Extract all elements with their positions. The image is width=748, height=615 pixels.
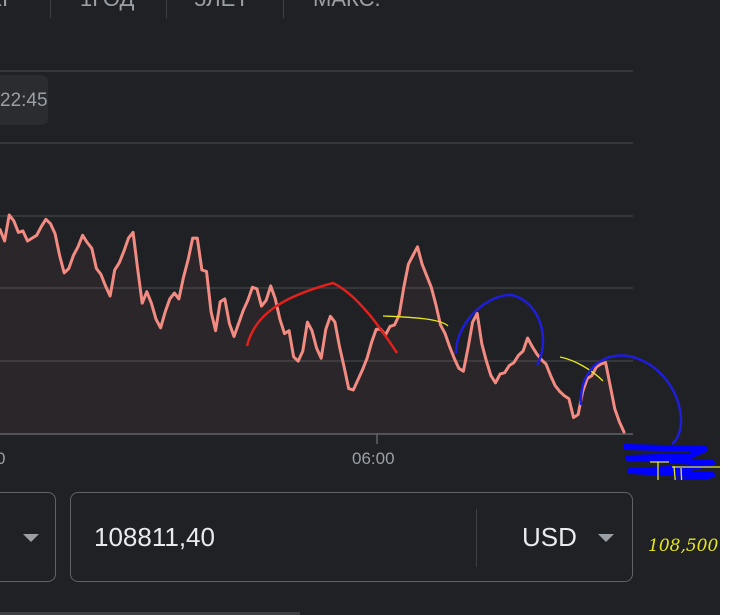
converted-amount-field[interactable]: 108811,40 USD	[70, 492, 633, 582]
field-divider	[476, 509, 477, 567]
handwritten-annotation-text: 108,500	[648, 536, 718, 556]
to-currency-select[interactable]: USD	[522, 522, 577, 553]
blue-scribble-annotation	[623, 444, 715, 480]
x-tick-label: 0	[0, 449, 6, 468]
x-tick-label: 06:00	[352, 449, 395, 468]
rate-area	[0, 215, 624, 434]
chevron-down-icon	[23, 534, 39, 542]
rate-chart[interactable]	[0, 0, 720, 480]
from-currency-select[interactable]	[0, 492, 56, 582]
exchange-rate-panel: 1Г 1ГОД 5ЛЕТ МАКС. 22:45	[0, 0, 720, 615]
amount-value[interactable]: 108811,40	[94, 522, 215, 553]
chevron-down-icon[interactable]	[598, 534, 614, 542]
handwritten-note: 108,500	[648, 536, 718, 556]
